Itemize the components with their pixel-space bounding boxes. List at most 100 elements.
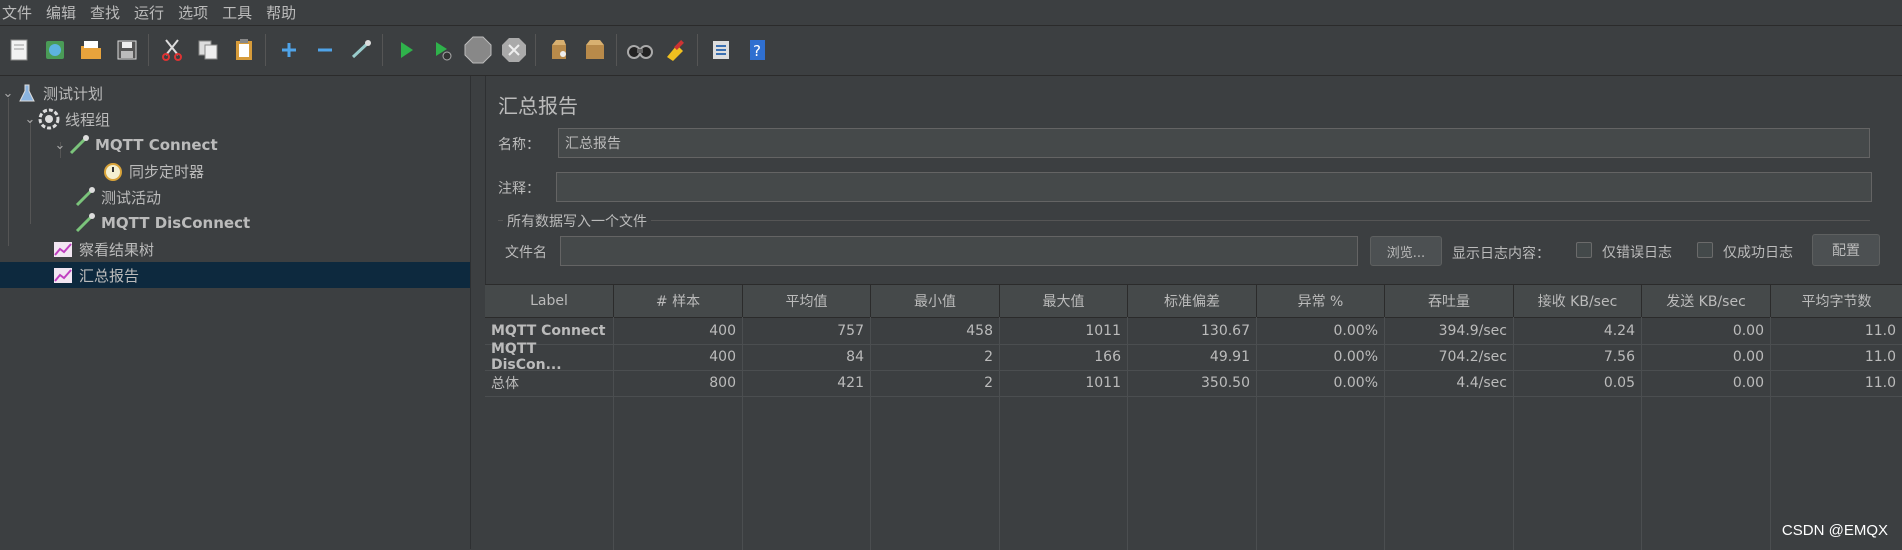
table-cell: 0.00% xyxy=(1257,370,1385,396)
stop-icon[interactable] xyxy=(461,33,495,67)
menu-search[interactable]: 查找 xyxy=(86,2,124,23)
table-row[interactable]: 总体 800 421 2 1011 350.50 0.00% 4.4/sec 0… xyxy=(485,370,1902,397)
open-icon[interactable] xyxy=(74,33,108,67)
function-helper-icon[interactable] xyxy=(704,33,738,67)
tree-item-sync-timer[interactable]: 同步定时器 xyxy=(86,158,204,184)
table-cell: 0.00 xyxy=(1642,344,1771,370)
summary-table: Label # 样本 平均值 最小值 最大值 标准偏差 异常 % 吞吐量 接收 … xyxy=(485,284,1902,550)
clear-all-icon[interactable] xyxy=(578,33,612,67)
errors-only-checkbox[interactable] xyxy=(1576,242,1592,258)
search-icon[interactable] xyxy=(623,33,657,67)
tree-item-test-plan[interactable]: ⌄ 测试计划 xyxy=(0,80,103,106)
table-cell: 4.24 xyxy=(1514,318,1642,344)
add-icon[interactable] xyxy=(272,33,306,67)
table-cell: 0.00 xyxy=(1642,370,1771,396)
name-field[interactable] xyxy=(558,128,1870,158)
page-title: 汇总报告 xyxy=(498,94,578,118)
configure-button[interactable]: 配置 xyxy=(1812,234,1880,266)
column-header[interactable]: 吞吐量 xyxy=(1385,285,1514,317)
clear-icon[interactable] xyxy=(542,33,576,67)
table-cell: 458 xyxy=(871,318,1000,344)
browse-button[interactable]: 浏览... xyxy=(1370,236,1442,266)
templates-icon[interactable] xyxy=(38,33,72,67)
table-row[interactable]: MQTT Connect 400 757 458 1011 130.67 0.0… xyxy=(485,318,1902,345)
flask-icon xyxy=(16,82,38,104)
paste-icon[interactable] xyxy=(227,33,261,67)
menu-tools[interactable]: 工具 xyxy=(218,2,256,23)
table-cell: 2 xyxy=(871,370,1000,396)
toolbar-separator xyxy=(616,34,617,66)
column-header[interactable]: 标准偏差 xyxy=(1128,285,1257,317)
table-cell: 350.50 xyxy=(1128,370,1257,396)
column-header[interactable]: 发送 KB/sec xyxy=(1642,285,1771,317)
save-icon[interactable] xyxy=(110,33,144,67)
pipette-icon xyxy=(74,186,96,208)
table-cell: 84 xyxy=(743,344,871,370)
column-header[interactable]: 平均值 xyxy=(743,285,871,317)
help-icon[interactable]: ? xyxy=(740,33,774,67)
column-header[interactable]: 接收 KB/sec xyxy=(1514,285,1642,317)
toggle-icon[interactable] xyxy=(344,33,378,67)
file-group-title: 所有数据写入一个文件 xyxy=(503,211,651,231)
filename-field[interactable] xyxy=(560,236,1358,266)
toolbar-separator xyxy=(265,34,266,66)
column-header[interactable]: 平均字节数 xyxy=(1771,285,1902,317)
table-cell: 130.67 xyxy=(1128,318,1257,344)
log-content-label: 显示日志内容： xyxy=(1452,246,1550,262)
stopwatch-icon xyxy=(102,160,124,182)
table-cell: 704.2/sec xyxy=(1385,344,1514,370)
graph-icon xyxy=(52,238,74,260)
tree-guide-line xyxy=(30,120,31,224)
graph-icon xyxy=(52,264,74,286)
start-icon[interactable] xyxy=(389,33,423,67)
svg-text:?: ? xyxy=(753,42,761,60)
tree-item-summary-report[interactable]: 汇总报告 xyxy=(0,262,470,288)
comment-label: 注释： xyxy=(498,181,540,197)
chevron-down-icon[interactable]: ⌄ xyxy=(22,112,38,127)
pipette-icon xyxy=(74,212,96,234)
menu-bar: 文件 编辑 查找 运行 选项 工具 帮助 xyxy=(0,0,1902,24)
column-header[interactable]: # 样本 xyxy=(614,285,743,317)
reset-search-icon[interactable] xyxy=(659,33,693,67)
new-icon[interactable] xyxy=(2,33,36,67)
menu-file[interactable]: 文件 xyxy=(0,2,36,23)
chevron-down-icon[interactable]: ⌄ xyxy=(0,86,16,101)
tree-item-view-results-tree[interactable]: 察看结果树 xyxy=(36,236,154,262)
toolbar-separator xyxy=(148,34,149,66)
toolbar-separator xyxy=(697,34,698,66)
table-cell: 394.9/sec xyxy=(1385,318,1514,344)
menu-options[interactable]: 选项 xyxy=(174,2,212,23)
cut-icon[interactable] xyxy=(155,33,189,67)
menu-edit[interactable]: 编辑 xyxy=(42,2,80,23)
panel-splitter[interactable] xyxy=(470,76,486,549)
column-header[interactable]: 最小值 xyxy=(871,285,1000,317)
tree-item-test-activity[interactable]: 测试活动 xyxy=(58,184,161,210)
table-row[interactable]: MQTT DisCon... 400 84 2 166 49.91 0.00% … xyxy=(485,341,1902,373)
table-cell: 400 xyxy=(614,344,743,370)
table-cell: 总体 xyxy=(485,370,614,396)
toolbar-separator xyxy=(382,34,383,66)
shutdown-icon[interactable] xyxy=(497,33,531,67)
gear-icon xyxy=(38,108,60,130)
table-cell: 4.4/sec xyxy=(1385,370,1514,396)
success-only-checkbox[interactable] xyxy=(1697,242,1713,258)
column-header[interactable]: Label xyxy=(485,285,614,317)
chevron-down-icon[interactable]: ⌄ xyxy=(52,138,68,153)
summary-report-panel: 汇总报告 名称： 注释： 所有数据写入一个文件 文件名 浏览... 显示日志内容… xyxy=(485,76,1902,550)
copy-icon[interactable] xyxy=(191,33,225,67)
tree-item-thread-group[interactable]: ⌄ 线程组 xyxy=(22,106,110,132)
comment-field[interactable] xyxy=(556,172,1872,202)
menu-run[interactable]: 运行 xyxy=(130,2,168,23)
table-cell: 0.00% xyxy=(1257,318,1385,344)
table-cell: 49.91 xyxy=(1128,344,1257,370)
menu-help[interactable]: 帮助 xyxy=(262,2,300,23)
start-no-pause-icon[interactable] xyxy=(425,33,459,67)
column-header[interactable]: 最大值 xyxy=(1000,285,1128,317)
tree-item-mqtt-disconnect[interactable]: MQTT DisConnect xyxy=(58,210,250,236)
remove-icon[interactable] xyxy=(308,33,342,67)
column-header[interactable]: 异常 % xyxy=(1257,285,1385,317)
group-border xyxy=(498,220,1870,221)
table-cell: 0.00 xyxy=(1642,318,1771,344)
success-only-label: 仅成功日志 xyxy=(1723,245,1793,261)
tree-item-mqtt-connect[interactable]: ⌄ MQTT Connect xyxy=(52,132,218,158)
